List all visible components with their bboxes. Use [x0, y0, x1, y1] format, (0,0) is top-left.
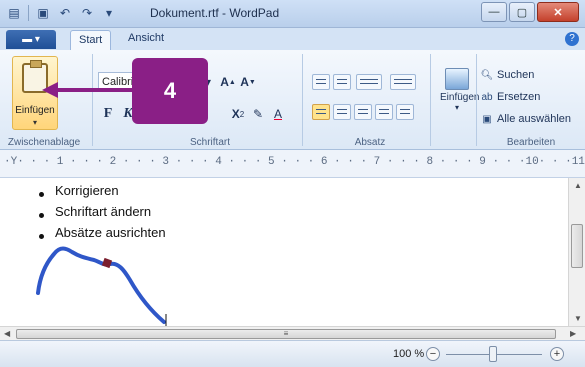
ruler-scale: ·Y· · · 1 · · · 2 · · · 3 · · · 4 · · · …	[4, 156, 585, 168]
ruler[interactable]: ·Y· · · 1 · · · 2 · · · 3 · · · 4 · · · …	[0, 150, 585, 178]
replace-button[interactable]: ab Ersetzen	[480, 90, 540, 104]
align-right-button[interactable]	[354, 104, 372, 120]
vertical-scrollbar[interactable]: ▲ ▼	[568, 178, 585, 326]
close-button[interactable]: ✕	[537, 2, 579, 22]
status-bar: 100 % − +	[0, 340, 585, 367]
find-icon: 🔍︎	[480, 69, 494, 81]
paragraph-button[interactable]	[396, 104, 414, 120]
align-center-button[interactable]	[333, 104, 351, 120]
grow-font-icon[interactable]: A ▲	[218, 72, 238, 92]
scroll-down-icon[interactable]: ▼	[574, 314, 582, 323]
tab-ansicht[interactable]: Ansicht	[128, 32, 164, 44]
increase-indent-button[interactable]	[333, 74, 351, 90]
app-menu-button[interactable]: ▬ ▾	[6, 30, 56, 49]
zoom-out-button[interactable]: −	[426, 347, 440, 361]
zoom-in-button[interactable]: +	[550, 347, 564, 361]
insert-picture-icon	[445, 68, 469, 90]
select-all-label: Alle auswählen	[497, 113, 571, 125]
undo-icon[interactable]: ↶	[57, 5, 73, 21]
select-all-icon: ▣	[482, 113, 492, 125]
vertical-scroll-thumb[interactable]	[571, 224, 583, 268]
insert-label: Einfügen	[440, 92, 480, 103]
find-button[interactable]: 🔍︎ Suchen	[480, 68, 535, 82]
callout-arrow	[42, 82, 138, 98]
line-spacing-button[interactable]	[390, 74, 416, 90]
ribbon-tabs: ▬ ▾ Start Ansicht ?	[0, 28, 585, 50]
save-icon[interactable]: ▣	[35, 5, 51, 21]
replace-label: Ersetzen	[497, 91, 541, 103]
font-color-icon[interactable]: A	[268, 104, 288, 124]
freehand-drawing	[36, 246, 167, 326]
shrink-font-icon[interactable]: A ▼	[238, 72, 258, 92]
group-separator	[302, 54, 303, 146]
justify-button[interactable]	[375, 104, 393, 120]
redo-icon[interactable]: ↷	[79, 5, 95, 21]
insert-dropdown-icon: ▾	[454, 103, 459, 112]
bullet-list-button[interactable]	[356, 74, 382, 90]
clipboard-group-label: Zwischenablage	[7, 137, 81, 148]
title-bar: ▤ ▣ ↶ ↷ ▾ Dokument.rtf - WordPad — ▢ ✕	[0, 0, 585, 28]
group-separator	[476, 54, 477, 146]
drawing-handle[interactable]	[101, 257, 113, 269]
zoom-level: 100 %	[393, 348, 425, 360]
editing-group-label: Bearbeiten	[506, 137, 556, 148]
select-all-button[interactable]: ▣ Alle auswählen	[480, 112, 571, 126]
minimize-button[interactable]: —	[481, 2, 507, 22]
horizontal-scrollbar[interactable]: ◀ ≡ ▶	[0, 326, 585, 340]
document-area[interactable]: Korrigieren Schriftart ändern Absätze au…	[0, 178, 568, 326]
zoom-slider-handle[interactable]	[489, 346, 497, 362]
highlight-color-icon[interactable]: ✎	[248, 104, 268, 124]
font-group-label: Schriftart	[189, 137, 230, 148]
app-icon[interactable]: ▤	[6, 5, 22, 21]
customize-icon[interactable]: ▾	[101, 5, 117, 21]
group-separator	[430, 54, 431, 146]
scroll-up-icon[interactable]: ▲	[574, 181, 582, 190]
tab-start[interactable]: Start	[70, 30, 112, 50]
paste-dropdown-icon: ▾	[32, 118, 37, 127]
step-callout-badge: 4	[132, 58, 208, 124]
maximize-button[interactable]: ▢	[509, 2, 535, 22]
replace-icon: ab	[481, 91, 493, 103]
window-controls: — ▢ ✕	[481, 2, 579, 22]
window-title: Dokument.rtf - WordPad	[150, 6, 280, 20]
decrease-indent-button[interactable]	[312, 74, 330, 90]
scroll-right-icon[interactable]: ▶	[570, 329, 576, 338]
paragraph-group-label: Absatz	[354, 137, 386, 148]
wordpad-window: ▤ ▣ ↶ ↷ ▾ Dokument.rtf - WordPad — ▢ ✕ ▬…	[0, 0, 585, 367]
scroll-left-icon[interactable]: ◀	[4, 329, 10, 338]
horizontal-scroll-thumb[interactable]: ≡	[16, 329, 556, 339]
insert-button[interactable]: Einfügen ▾	[440, 64, 480, 124]
align-left-button[interactable]	[312, 104, 330, 120]
quick-access-toolbar: ▤ ▣ ↶ ↷ ▾	[6, 5, 117, 21]
separator	[28, 5, 29, 21]
find-label: Suchen	[497, 69, 535, 81]
help-icon[interactable]: ?	[565, 32, 579, 46]
superscript-button[interactable]: X2	[228, 104, 248, 124]
